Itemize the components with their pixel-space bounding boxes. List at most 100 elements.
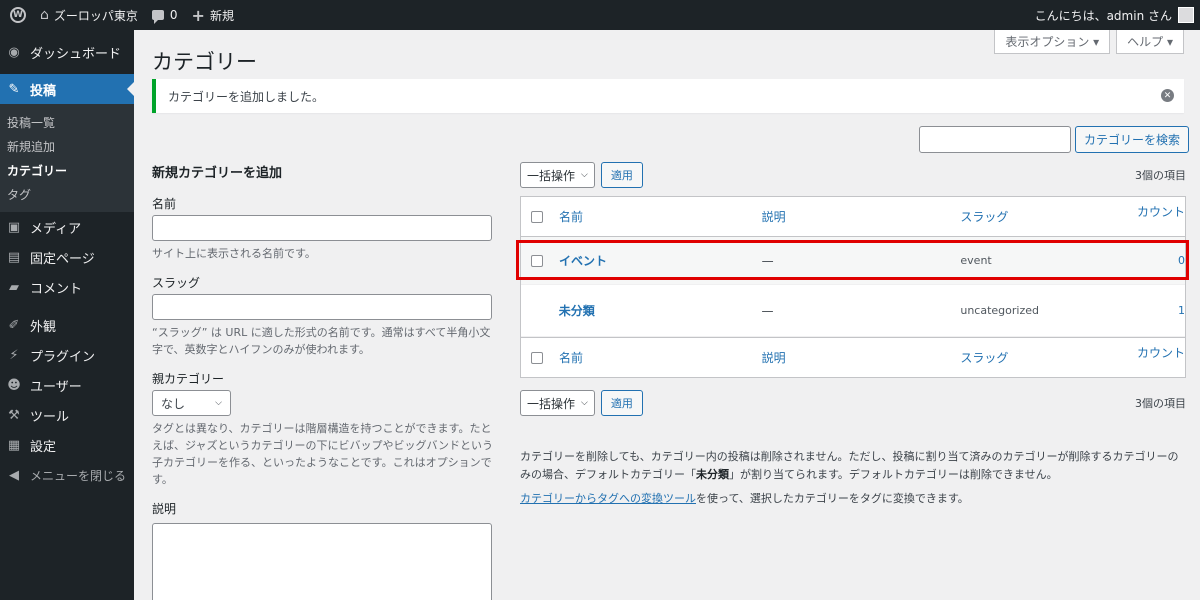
menu-tools-label: ツール [30, 409, 70, 425]
column-description-footer[interactable]: 説明 [762, 349, 961, 366]
parent-select[interactable]: なし ⌵ [152, 390, 231, 416]
menu-media[interactable]: ▣ メディア [0, 212, 134, 242]
home-icon: ⌂ [40, 7, 49, 23]
row-checkbox[interactable] [531, 254, 543, 267]
page-icon: ▤ [7, 249, 21, 265]
row-description: — [761, 303, 774, 318]
menu-posts[interactable]: ✎ 投稿 [0, 74, 134, 104]
column-slug[interactable]: スラッグ [960, 208, 1125, 225]
row-name-link[interactable]: 未分類 [559, 302, 762, 319]
row-description: — [761, 253, 774, 268]
chevron-down-icon: ⌵ [215, 398, 222, 408]
comments-count: 0 [169, 8, 178, 22]
row-name-link[interactable]: イベント [559, 252, 762, 269]
search-input[interactable] [919, 126, 1071, 153]
help-note: カテゴリーを削除しても、カテゴリー内の投稿は削除されません。ただし、投稿に割り当… [520, 448, 1186, 508]
column-name[interactable]: 名前 [559, 208, 762, 225]
select-all-checkbox-footer[interactable] [531, 351, 543, 364]
brush-icon: ✐ [8, 317, 20, 333]
menu-comments[interactable]: ▰ コメント [0, 272, 134, 302]
search-button[interactable]: カテゴリーを検索 [1075, 126, 1190, 153]
form-title: 新規カテゴリーを追加 [152, 166, 283, 181]
parent-help: タグとは異なり、カテゴリーは階層構造を持つことができます。たとえば、ジャズという… [152, 422, 493, 486]
notice-message: カテゴリーを追加しました。 [168, 89, 325, 104]
settings-icon: ▦ [7, 437, 21, 453]
search-box: カテゴリーを検索 [919, 126, 1190, 153]
column-count-footer[interactable]: カウント [1125, 344, 1185, 361]
submenu-add-new[interactable]: 新規追加 [0, 134, 134, 158]
comments-link[interactable]: 0 [145, 0, 185, 30]
admin-bar: W ⌂ ズーロッパ東京 0 + 新規 こんにちは、admin さん [0, 0, 1200, 30]
menu-tools[interactable]: ⚒ ツール [0, 400, 134, 430]
menu-appearance-label: 外観 [30, 319, 57, 335]
name-label: 名前 [152, 197, 177, 211]
dismiss-icon[interactable]: ✕ [1161, 89, 1174, 102]
avatar [1178, 7, 1194, 23]
bulk-action-select[interactable]: 一括操作 ⌵ [520, 162, 595, 188]
help-button[interactable]: ヘルプ ▾ [1116, 30, 1184, 54]
apply-button[interactable]: 適用 [600, 162, 643, 188]
menu-comments-label: コメント [30, 281, 83, 297]
menu-dashboard[interactable]: ◉ ダッシュボード [0, 30, 134, 74]
site-name: ズーロッパ東京 [53, 8, 138, 23]
screen-options-button[interactable]: 表示オプション ▾ [994, 30, 1111, 54]
row-count-link[interactable]: 0 [1125, 254, 1185, 267]
column-slug-footer[interactable]: スラッグ [960, 349, 1125, 366]
menu-users-label: ユーザー [30, 379, 82, 395]
menu-plugins[interactable]: ⚡ プラグイン [0, 340, 134, 370]
plugin-icon: ⚡ [9, 347, 19, 363]
delete-note: カテゴリーを削除しても、カテゴリー内の投稿は削除されません。ただし、投稿に割り当… [520, 448, 1186, 484]
new-content-link[interactable]: + 新規 [185, 0, 241, 30]
bulk-action-label: 一括操作 [527, 168, 576, 183]
submenu-tags[interactable]: タグ [0, 182, 134, 206]
main-content: 表示オプション ▾ ヘルプ ▾ カテゴリー カテゴリーを追加しました。 ✕ カテ… [134, 30, 1200, 600]
table-footer: 名前 説明 スラッグ カウント [521, 337, 1185, 377]
comment-icon [151, 10, 164, 24]
column-name-footer[interactable]: 名前 [559, 349, 762, 366]
delete-note-text-end: 」が割り当てられます。デフォルトカテゴリーは削除できません。 [729, 468, 1058, 481]
collapse-menu-button[interactable]: ◀ メニューを閉じる [0, 460, 134, 490]
submenu-all-posts[interactable]: 投稿一覧 [0, 110, 134, 134]
bulk-action-select-bottom[interactable]: 一括操作 ⌵ [520, 390, 595, 416]
default-category-name: 未分類 [696, 468, 729, 481]
row-count-link[interactable]: 1 [1125, 304, 1185, 317]
greeting: こんにちは、admin さん [1034, 8, 1172, 23]
table-row: イベント — event 0 [521, 237, 1185, 285]
menu-pages[interactable]: ▤ 固定ページ [0, 242, 134, 272]
my-account-link[interactable]: こんにちは、admin さん [1028, 0, 1200, 30]
menu-plugins-label: プラグイン [30, 349, 96, 365]
slug-label: スラッグ [152, 276, 201, 290]
wp-logo-menu[interactable]: W [0, 0, 33, 30]
wordpress-logo-icon: W [10, 7, 26, 23]
column-description[interactable]: 説明 [762, 208, 961, 225]
converter-link[interactable]: カテゴリーからタグへの変換ツール [520, 492, 696, 505]
select-all-checkbox[interactable] [531, 210, 543, 223]
items-count: 3個の項目 [1135, 169, 1186, 182]
description-textarea[interactable] [152, 523, 492, 600]
submenu-categories[interactable]: カテゴリー [0, 158, 134, 182]
user-icon: ☻ [7, 377, 21, 393]
categories-list: 一括操作 ⌵ 適用 3個の項目 名前 説明 スラッグ カウント イベント — ev… [520, 162, 1186, 514]
menu-appearance[interactable]: ✐ 外観 [0, 310, 134, 340]
posts-submenu: 投稿一覧 新規追加 カテゴリー タグ [0, 104, 134, 212]
column-count[interactable]: カウント [1125, 203, 1185, 220]
success-notice: カテゴリーを追加しました。 ✕ [152, 79, 1184, 113]
menu-dashboard-label: ダッシュボード [30, 46, 122, 62]
categories-table: 名前 説明 スラッグ カウント イベント — event 0 未分類 — unc… [520, 196, 1186, 378]
parent-label: 親カテゴリー [152, 372, 225, 386]
menu-settings[interactable]: ▦ 設定 [0, 430, 134, 460]
slug-help: “スラッグ” は URL に適した形式の名前です。通常はすべて半角小文字で、英数… [152, 326, 491, 356]
name-input[interactable] [152, 215, 492, 241]
add-category-form: 新規カテゴリーを追加 名前 サイト上に表示される名前です。 スラッグ “スラッグ… [152, 162, 494, 600]
chevron-down-icon: ⌵ [581, 398, 588, 408]
slug-input[interactable] [152, 294, 492, 320]
convert-note: カテゴリーからタグへの変換ツールを使って、選択したカテゴリーをタグに変換できます… [520, 490, 1186, 508]
apply-button-bottom[interactable]: 適用 [600, 390, 643, 416]
name-help: サイト上に表示される名前です。 [152, 247, 316, 260]
comment-icon: ▰ [9, 279, 19, 295]
site-name-link[interactable]: ⌂ ズーロッパ東京 [33, 0, 145, 30]
table-header: 名前 説明 スラッグ カウント [521, 197, 1185, 237]
wrench-icon: ⚒ [8, 407, 20, 423]
menu-users[interactable]: ☻ ユーザー [0, 370, 134, 400]
row-slug: uncategorized [960, 304, 1039, 317]
